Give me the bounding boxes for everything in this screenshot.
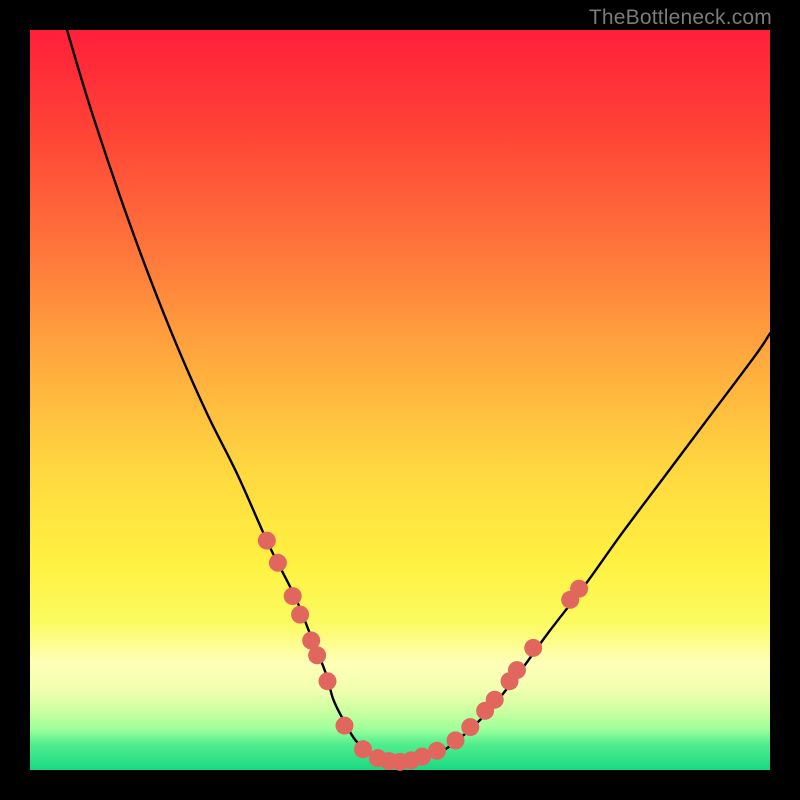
data-marker [508, 661, 526, 679]
data-marker [428, 742, 446, 760]
data-marker [486, 691, 504, 709]
data-marker [524, 639, 542, 657]
data-marker [570, 580, 588, 598]
data-marker [318, 672, 336, 690]
data-marker [447, 731, 465, 749]
watermark-text: TheBottleneck.com [589, 6, 772, 30]
plot-area [30, 30, 770, 770]
outer-black-frame: TheBottleneck.com [0, 0, 800, 800]
data-marker [461, 718, 479, 736]
marker-layer [30, 30, 770, 770]
data-marker [258, 532, 276, 550]
data-marker [269, 554, 287, 572]
data-marker [284, 587, 302, 605]
data-marker [308, 646, 326, 664]
data-marker [336, 717, 354, 735]
data-marker [291, 606, 309, 624]
